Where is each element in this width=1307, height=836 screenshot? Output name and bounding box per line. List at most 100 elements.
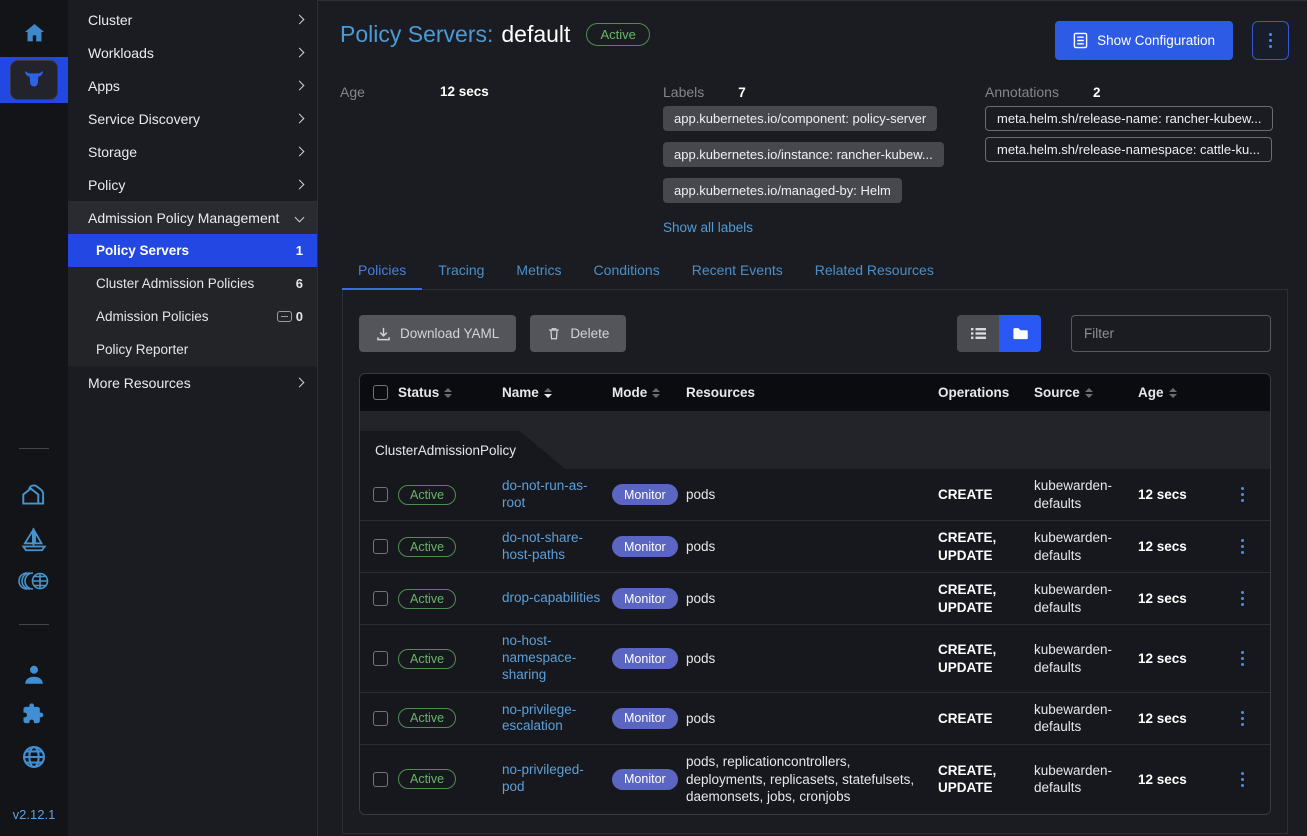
header-kebab-menu-button[interactable] xyxy=(1252,21,1289,60)
column-header-name[interactable]: Name xyxy=(502,385,612,400)
cluster-barn-icon[interactable] xyxy=(0,478,68,512)
row-resources: pods, replicationcontrollers, deployment… xyxy=(686,753,938,806)
extensions-puzzle-icon[interactable] xyxy=(0,698,68,732)
column-header-status[interactable]: Status xyxy=(398,385,502,400)
sort-arrows-icon xyxy=(444,388,452,398)
row-kebab-menu-button[interactable] xyxy=(1232,487,1252,502)
row-name-link[interactable]: no-host-namespace-sharing xyxy=(502,633,612,684)
annotation-box: meta.helm.sh/release-name: rancher-kubew… xyxy=(985,106,1273,131)
row-checkbox[interactable] xyxy=(373,539,388,554)
row-name-link[interactable]: do-not-run-as-root xyxy=(502,478,612,512)
sidebar-item-policy[interactable]: Policy xyxy=(68,168,317,201)
annotation-box: meta.helm.sh/release-namespace: cattle-k… xyxy=(985,137,1272,162)
row-kebab-menu-button[interactable] xyxy=(1232,711,1252,726)
column-header-operations[interactable]: Operations xyxy=(938,385,1034,400)
excluded-minus-icon xyxy=(277,311,292,322)
row-source: kubewarden-defaults xyxy=(1034,762,1138,797)
age-label: Age xyxy=(340,84,440,237)
tab-label: Tracing xyxy=(438,262,484,278)
chevron-right-icon xyxy=(295,378,305,388)
row-operations: CREATE xyxy=(938,486,1034,504)
row-name-link[interactable]: no-privilege-escalation xyxy=(502,702,612,736)
column-header-age[interactable]: Age xyxy=(1138,385,1222,400)
table-row: Active no-privilege-escalation Monitor p… xyxy=(360,692,1270,744)
tab-tracing[interactable]: Tracing xyxy=(422,254,500,289)
row-kebab-menu-button[interactable] xyxy=(1232,651,1252,666)
list-view-toggle[interactable] xyxy=(957,315,999,352)
tab-conditions[interactable]: Conditions xyxy=(578,254,676,289)
row-kebab-menu-button[interactable] xyxy=(1232,772,1252,787)
chevron-down-icon xyxy=(295,213,305,223)
row-checkbox[interactable] xyxy=(373,487,388,502)
tab-policies[interactable]: Policies xyxy=(342,254,422,289)
sidebar-item-storage[interactable]: Storage xyxy=(68,135,317,168)
sidebar-item-label: Storage xyxy=(88,144,296,160)
row-name-link[interactable]: drop-capabilities xyxy=(502,590,612,607)
view-toggle-group xyxy=(957,315,1041,352)
column-header-source[interactable]: Source xyxy=(1034,385,1138,400)
rancher-app-tile[interactable] xyxy=(0,57,68,103)
row-kebab-menu-button[interactable] xyxy=(1232,591,1252,606)
sidebar-item-service-discovery[interactable]: Service Discovery xyxy=(68,102,317,135)
sidebar-top-items: Cluster Workloads Apps Service Discovery… xyxy=(68,3,317,201)
tab-metrics[interactable]: Metrics xyxy=(500,254,577,289)
row-kebab-menu-button[interactable] xyxy=(1232,539,1252,554)
tab-recent-events[interactable]: Recent Events xyxy=(676,254,799,289)
rancher-bull-icon xyxy=(10,60,58,100)
row-checkbox[interactable] xyxy=(373,651,388,666)
row-age: 12 secs xyxy=(1138,711,1222,726)
sort-arrows-icon xyxy=(1169,388,1177,398)
row-checkbox[interactable] xyxy=(373,591,388,606)
sidebar-item-policy-reporter[interactable]: Policy Reporter xyxy=(68,333,317,366)
sidebar-nav: Cluster Workloads Apps Service Discovery… xyxy=(68,0,318,836)
user-icon[interactable] xyxy=(0,658,68,692)
sidebar-item-cluster-admission-policies[interactable]: Cluster Admission Policies 6 xyxy=(68,267,317,300)
download-icon xyxy=(376,326,391,342)
age-value: 12 secs xyxy=(440,84,489,237)
sidebar-child-count: 1 xyxy=(296,243,303,258)
tab-related-resources[interactable]: Related Resources xyxy=(799,254,950,289)
delete-button[interactable]: Delete xyxy=(530,315,626,352)
show-configuration-button[interactable]: Show Configuration xyxy=(1055,21,1233,60)
annotations-column: Annotations 2 meta.helm.sh/release-name:… xyxy=(985,84,1289,237)
sort-arrows-icon xyxy=(652,388,660,398)
show-configuration-label: Show Configuration xyxy=(1097,33,1215,48)
column-header-resources[interactable]: Resources xyxy=(686,385,938,400)
row-checkbox[interactable] xyxy=(373,711,388,726)
home-icon[interactable] xyxy=(0,16,68,50)
sidebar-item-admission-policies[interactable]: Admission Policies 0 xyxy=(68,300,317,333)
row-checkbox[interactable] xyxy=(373,772,388,787)
sidebar-item-policy-servers[interactable]: Policy Servers 1 xyxy=(68,234,317,267)
row-status-badge: Active xyxy=(398,589,456,609)
list-icon xyxy=(970,326,987,341)
table-row: Active no-privileged-pod Monitor pods, r… xyxy=(360,744,1270,814)
sidebar-item-more-resources[interactable]: More Resources xyxy=(68,366,317,399)
row-name-link[interactable]: no-privileged-pod xyxy=(502,762,612,796)
column-header-label: Age xyxy=(1138,385,1164,400)
shell-icon[interactable] xyxy=(0,566,68,596)
chevron-right-icon xyxy=(295,180,305,190)
row-age: 12 secs xyxy=(1138,772,1222,787)
sidebar-item-cluster[interactable]: Cluster xyxy=(68,3,317,36)
table-row: Active no-host-namespace-sharing Monitor… xyxy=(360,624,1270,692)
row-name-link[interactable]: do-not-share-host-paths xyxy=(502,530,612,564)
status-badge: Active xyxy=(586,23,649,46)
show-all-labels-link[interactable]: Show all labels xyxy=(663,220,753,235)
select-all-checkbox[interactable] xyxy=(373,385,388,400)
label-pill: app.kubernetes.io/component: policy-serv… xyxy=(663,106,937,131)
app-version: v2.12.1 xyxy=(0,807,68,822)
column-header-label: Resources xyxy=(686,385,755,400)
row-mode-badge: Monitor xyxy=(612,536,678,557)
sidebar-item-workloads[interactable]: Workloads xyxy=(68,36,317,69)
globe-icon[interactable] xyxy=(0,740,68,774)
sidebar-item-apps[interactable]: Apps xyxy=(68,69,317,102)
row-status-badge: Active xyxy=(398,485,456,505)
table-row: Active do-not-run-as-root Monitor pods C… xyxy=(360,469,1270,520)
column-header-mode[interactable]: Mode xyxy=(612,385,686,400)
sidebar-group-admission-policy-management[interactable]: Admission Policy Management xyxy=(68,201,317,234)
group-view-toggle[interactable] xyxy=(999,315,1041,352)
filter-input[interactable] xyxy=(1071,315,1271,352)
fleet-sailboat-icon[interactable] xyxy=(0,522,68,556)
download-yaml-button[interactable]: Download YAML xyxy=(359,315,516,352)
column-header-label: Operations xyxy=(938,385,1009,400)
